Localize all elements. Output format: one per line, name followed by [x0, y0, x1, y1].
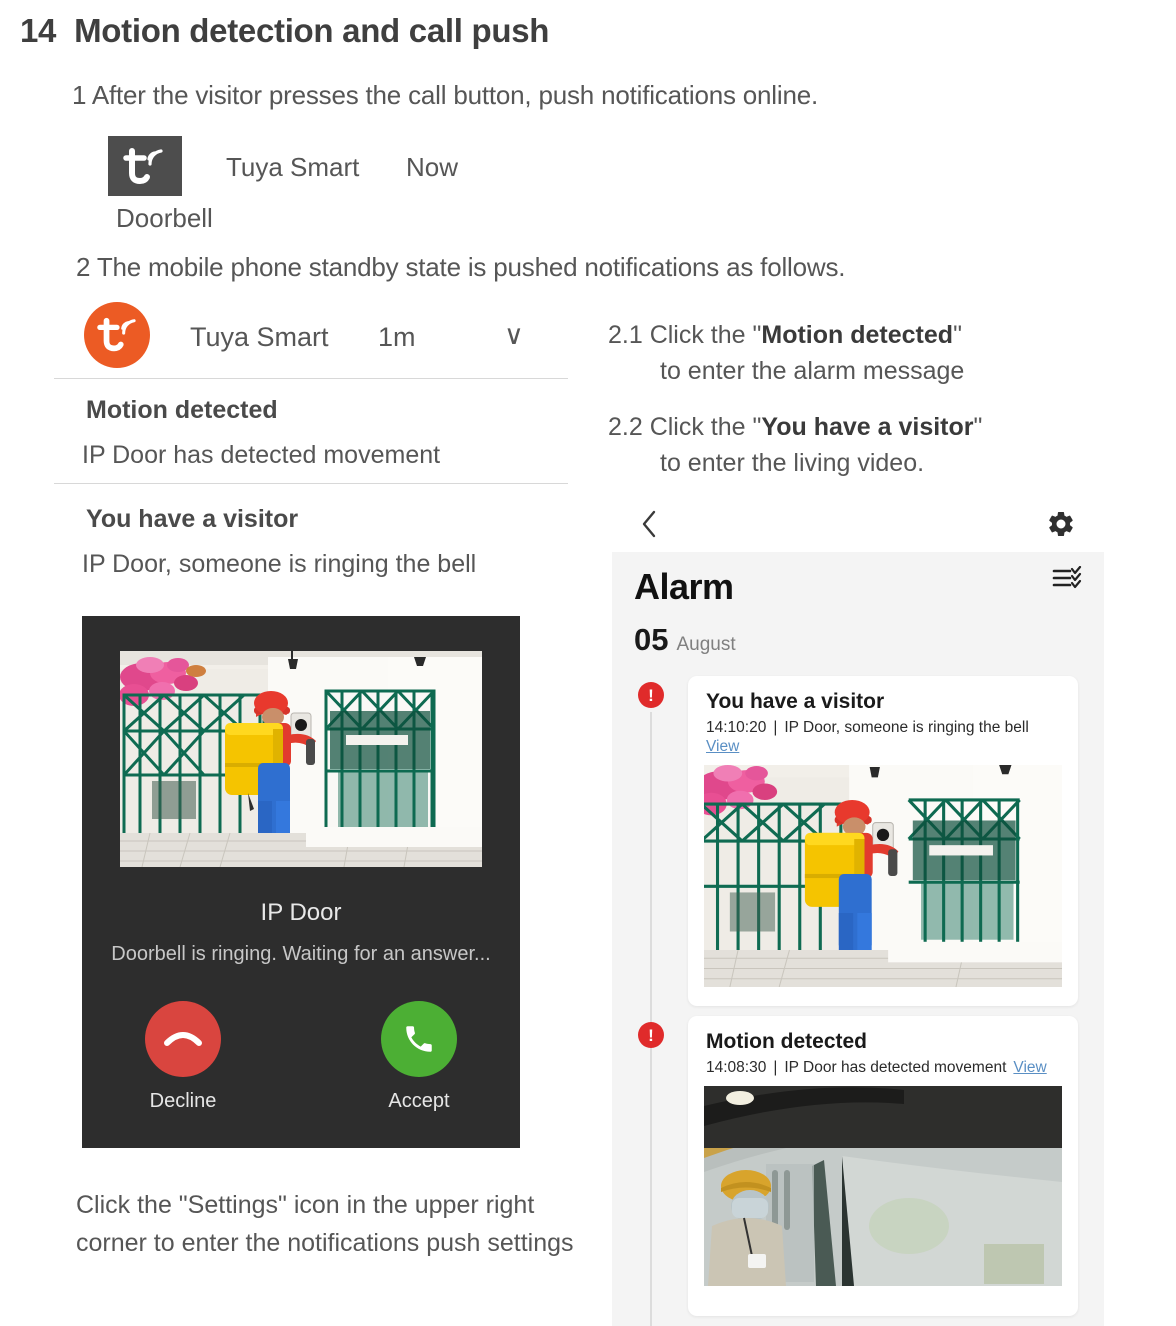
- accept-label: Accept: [388, 1090, 450, 1112]
- instruction-lead: 2.2 Click the ": [608, 413, 762, 441]
- gear-icon[interactable]: [1046, 509, 1076, 539]
- tuya-logo-glyph: [97, 317, 136, 352]
- accept-call-button[interactable]: Accept: [381, 1001, 457, 1113]
- alarm-card-view-row: View: [688, 737, 1078, 756]
- instruction-tail: ": [973, 413, 983, 441]
- instruction-second-line: to enter the living video.: [660, 449, 925, 477]
- alarm-card-meta: 14:08:30 | IP Door has detected movement…: [688, 1054, 1078, 1077]
- decline-call-button[interactable]: Decline: [145, 1001, 221, 1113]
- section-number: 14: [20, 12, 57, 49]
- fisheye-corridor-image: [704, 1086, 1062, 1286]
- notification-item-title-visitor[interactable]: You have a visitor: [86, 505, 298, 534]
- alarm-card-separator: |: [773, 1059, 778, 1076]
- alarm-date: 05 August: [634, 622, 736, 658]
- alarm-badge: !: [638, 682, 664, 708]
- instruction-2-2: 2.2 Click the "You have a visitor" to en…: [608, 409, 982, 481]
- notification-body: Doorbell: [116, 203, 213, 233]
- alarm-card-time: 14:10:20: [706, 719, 767, 736]
- instruction-tail: ": [953, 321, 962, 349]
- page-title: 14 Motion detection and call push: [20, 12, 549, 50]
- phone-hangup-icon: [164, 1032, 202, 1046]
- tuya-app-icon-orange: [84, 302, 150, 368]
- instruction-lead: 2.1 Click the ": [608, 321, 762, 349]
- call-device-name: IP Door: [260, 899, 342, 926]
- notification-time: Now: [406, 152, 459, 182]
- doorbell-camera-photo: [120, 651, 482, 867]
- chevron-down-icon[interactable]: ∨: [504, 320, 524, 351]
- alarm-timeline-line: [650, 712, 652, 1326]
- step1-text: 1 After the visitor presses the call but…: [72, 80, 819, 110]
- settings-hint-caption: Click the "Settings" icon in the upper r…: [76, 1191, 574, 1257]
- decline-icon-circle[interactable]: [145, 1001, 221, 1077]
- tuya-app-icon-dark: [108, 136, 182, 196]
- section-title: Motion detection and call push: [74, 12, 550, 49]
- alarm-card-time: 14:08:30: [706, 1059, 767, 1076]
- instruction-2-1: 2.1 Click the "Motion detected" to enter…: [608, 317, 964, 389]
- delivery-person-at-gate-image: [704, 765, 1062, 987]
- instruction-second-line: to enter the alarm message: [660, 357, 965, 385]
- notification-item-desc-motion: IP Door has detected movement: [82, 441, 441, 469]
- notification-time: 1m: [378, 322, 416, 352]
- checklist-icon[interactable]: [1052, 566, 1082, 592]
- phone-icon: [406, 1026, 432, 1052]
- view-link[interactable]: View: [706, 738, 739, 755]
- delivery-person-at-gate-image: [120, 651, 482, 867]
- incoming-call-screen: IP Door Doorbell is ringing. Waiting for…: [82, 616, 520, 1148]
- notification-divider: [54, 378, 568, 379]
- alarm-day: 05: [634, 622, 669, 657]
- call-action-buttons: Decline Accept: [82, 1001, 520, 1113]
- notification-item-desc-visitor: IP Door, someone is ringing the bell: [82, 550, 477, 578]
- notification-item-title-motion[interactable]: Motion detected: [86, 396, 278, 425]
- page-root: 14 Motion detection and call push 1 Afte…: [0, 0, 1176, 1326]
- instruction-bold: Motion detected: [761, 321, 954, 349]
- alarm-card-motion[interactable]: Motion detected 14:08:30 | IP Door has d…: [688, 1016, 1078, 1316]
- instruction-bold: You have a visitor: [761, 413, 974, 441]
- alarm-header: Alarm: [634, 566, 1082, 608]
- notification-app-name: Tuya Smart: [226, 152, 360, 182]
- alarm-card-photo[interactable]: [704, 1086, 1062, 1286]
- accept-icon-circle[interactable]: [381, 1001, 457, 1077]
- alarm-badge: !: [638, 1022, 664, 1048]
- alarm-card-photo[interactable]: [704, 765, 1062, 987]
- view-link[interactable]: View: [1013, 1059, 1046, 1077]
- notification-app-name: Tuya Smart: [190, 322, 329, 352]
- phone-top-bar: [612, 498, 1104, 550]
- alarm-month: August: [676, 634, 736, 655]
- alarm-card-separator: |: [773, 719, 778, 736]
- alarm-card-title: You have a visitor: [706, 690, 885, 713]
- alarm-card-desc: IP Door, someone is ringing the bell: [784, 719, 1029, 736]
- back-chevron-icon[interactable]: [640, 509, 658, 539]
- notification-divider: [54, 483, 568, 484]
- tuya-logo-glyph: [123, 148, 163, 185]
- decline-label: Decline: [149, 1090, 217, 1112]
- alarm-title: Alarm: [634, 566, 734, 607]
- alarm-card-desc: IP Door has detected movement: [784, 1059, 1007, 1076]
- alarm-card-title: Motion detected: [706, 1030, 867, 1053]
- step2-text: 2 The mobile phone standby state is push…: [76, 252, 846, 282]
- call-status-text: Doorbell is ringing. Waiting for an answ…: [111, 943, 491, 965]
- alarm-card-meta: 14:10:20 | IP Door, someone is ringing t…: [688, 714, 1078, 737]
- alarm-card-visitor[interactable]: You have a visitor 14:10:20 | IP Door, s…: [688, 676, 1078, 1006]
